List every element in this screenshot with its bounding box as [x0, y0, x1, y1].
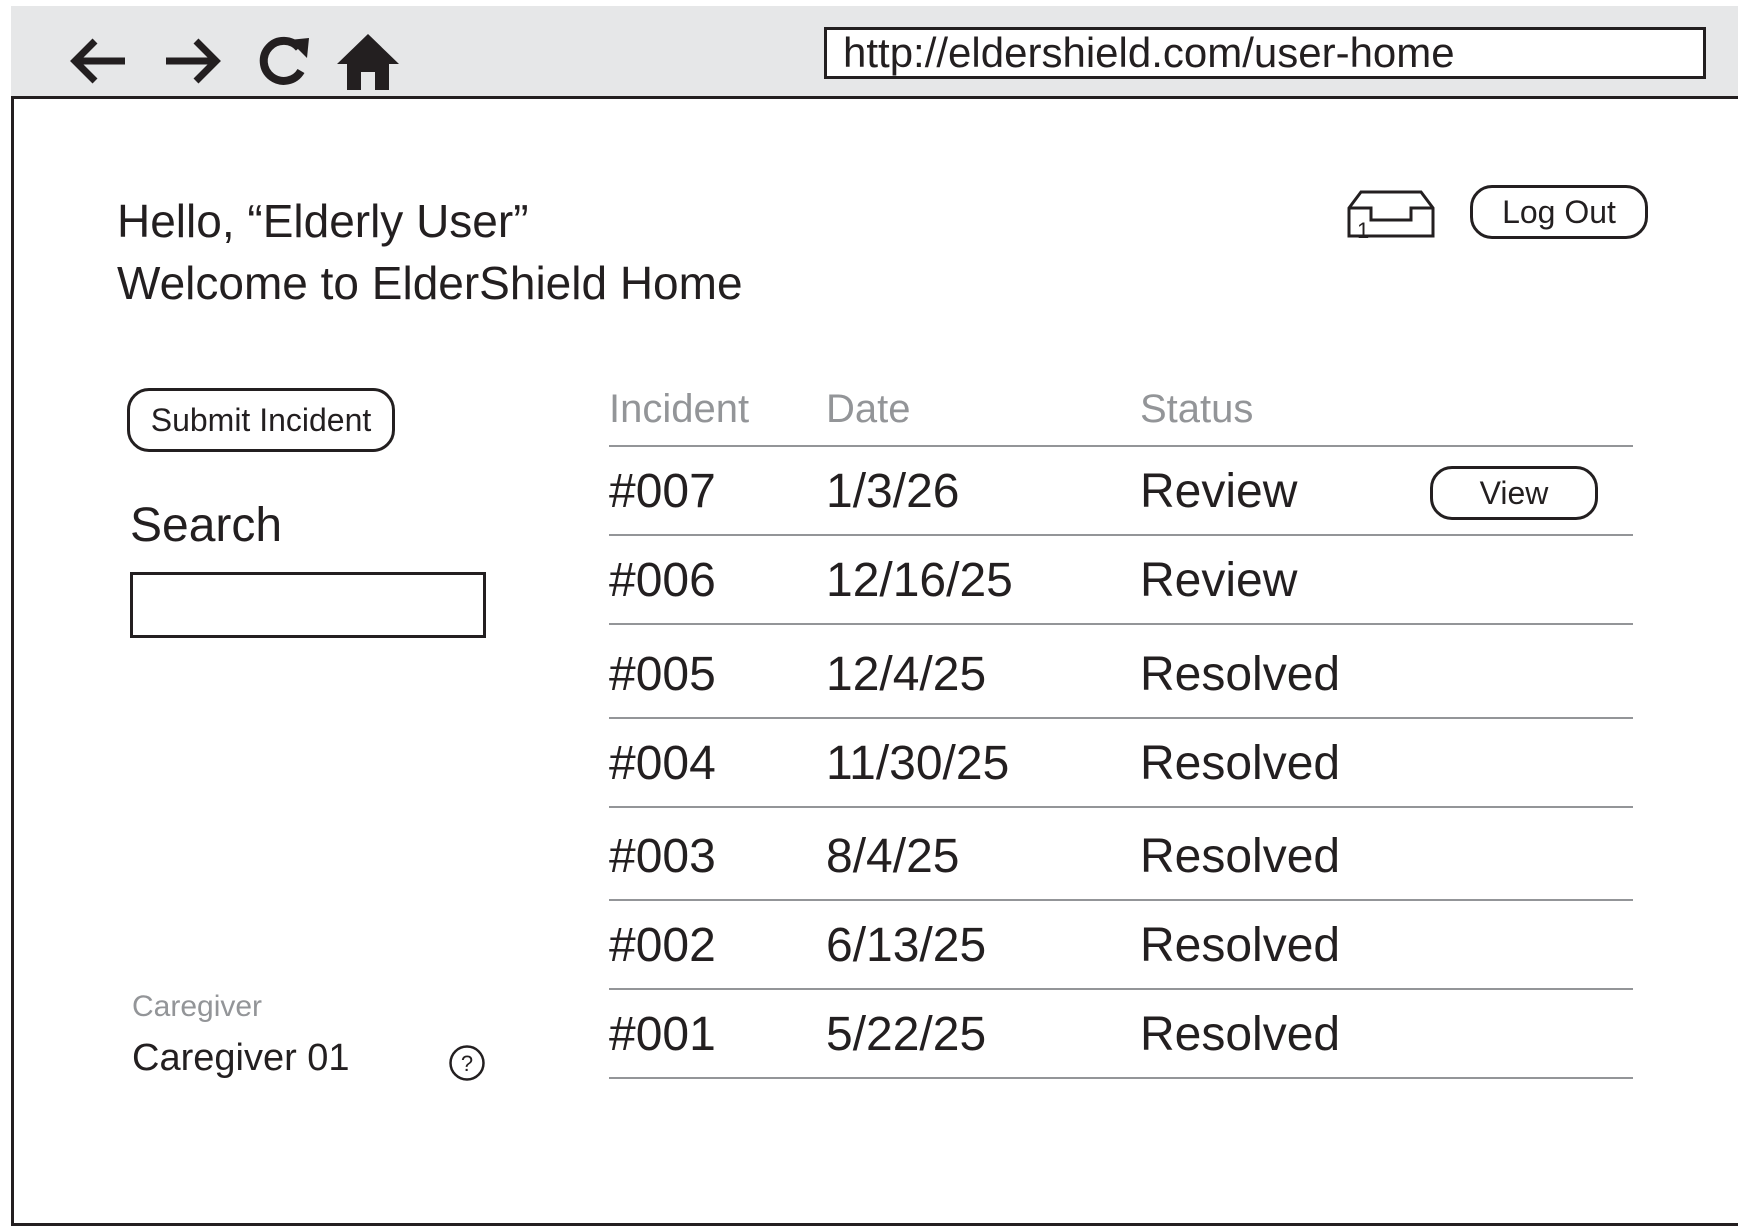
column-header-date: Date — [826, 387, 911, 431]
home-icon[interactable] — [333, 26, 403, 96]
browser-toolbar: http://eldershield.com/user-home — [11, 6, 1738, 99]
incident-status: Review — [1140, 554, 1298, 607]
incident-id: #004 — [609, 737, 716, 790]
incident-id: #002 — [609, 919, 716, 972]
row-divider — [609, 717, 1633, 719]
incident-status: Resolved — [1140, 648, 1341, 701]
address-bar[interactable]: http://eldershield.com/user-home — [824, 27, 1706, 79]
inbox-count: 1 — [1357, 218, 1369, 243]
inbox-icon[interactable]: 1 — [1345, 184, 1437, 254]
incident-id: #001 — [609, 1008, 716, 1061]
back-arrow-icon[interactable] — [63, 26, 133, 96]
incident-status: Resolved — [1140, 830, 1341, 883]
submit-incident-button[interactable]: Submit Incident — [127, 388, 395, 452]
row-divider — [609, 534, 1633, 536]
incident-status: Resolved — [1140, 1008, 1341, 1061]
welcome-subtitle: Welcome to ElderShield Home — [117, 257, 743, 309]
caregiver-label: Caregiver — [132, 990, 263, 1023]
forward-arrow-icon[interactable] — [158, 26, 228, 96]
table-divider — [609, 445, 1633, 447]
incident-date: 6/13/25 — [826, 919, 987, 972]
incident-date: 8/4/25 — [826, 830, 960, 883]
help-icon[interactable]: ? — [448, 1044, 486, 1082]
column-header-incident: Incident — [609, 387, 750, 431]
help-symbol: ? — [461, 1051, 473, 1076]
column-header-status: Status — [1140, 387, 1254, 431]
row-divider — [609, 899, 1633, 901]
row-divider — [609, 623, 1633, 625]
incident-id: #005 — [609, 648, 716, 701]
incident-date: 5/22/25 — [826, 1008, 987, 1061]
incident-date: 12/16/25 — [826, 554, 1013, 607]
logout-button[interactable]: Log Out — [1470, 185, 1648, 239]
view-button[interactable]: View — [1430, 466, 1598, 520]
incident-date: 11/30/25 — [826, 737, 1010, 790]
incident-status: Review — [1140, 465, 1298, 518]
incident-id: #007 — [609, 465, 716, 518]
greeting-title: Hello, “Elderly User” — [117, 195, 529, 247]
incident-date: 12/4/25 — [826, 648, 987, 701]
incident-status: Resolved — [1140, 737, 1341, 790]
row-divider — [609, 806, 1633, 808]
caregiver-name: Caregiver 01 — [132, 1037, 350, 1079]
incident-status: Resolved — [1140, 919, 1341, 972]
incident-id: #003 — [609, 830, 716, 883]
search-label: Search — [130, 499, 283, 552]
row-divider — [609, 1077, 1633, 1079]
row-divider — [609, 988, 1633, 990]
search-input[interactable] — [130, 572, 486, 638]
reload-icon[interactable] — [249, 26, 319, 96]
incident-date: 1/3/26 — [826, 465, 960, 518]
incident-id: #006 — [609, 554, 716, 607]
greeting: Hello, “Elderly User” Welcome to ElderSh… — [117, 190, 743, 314]
